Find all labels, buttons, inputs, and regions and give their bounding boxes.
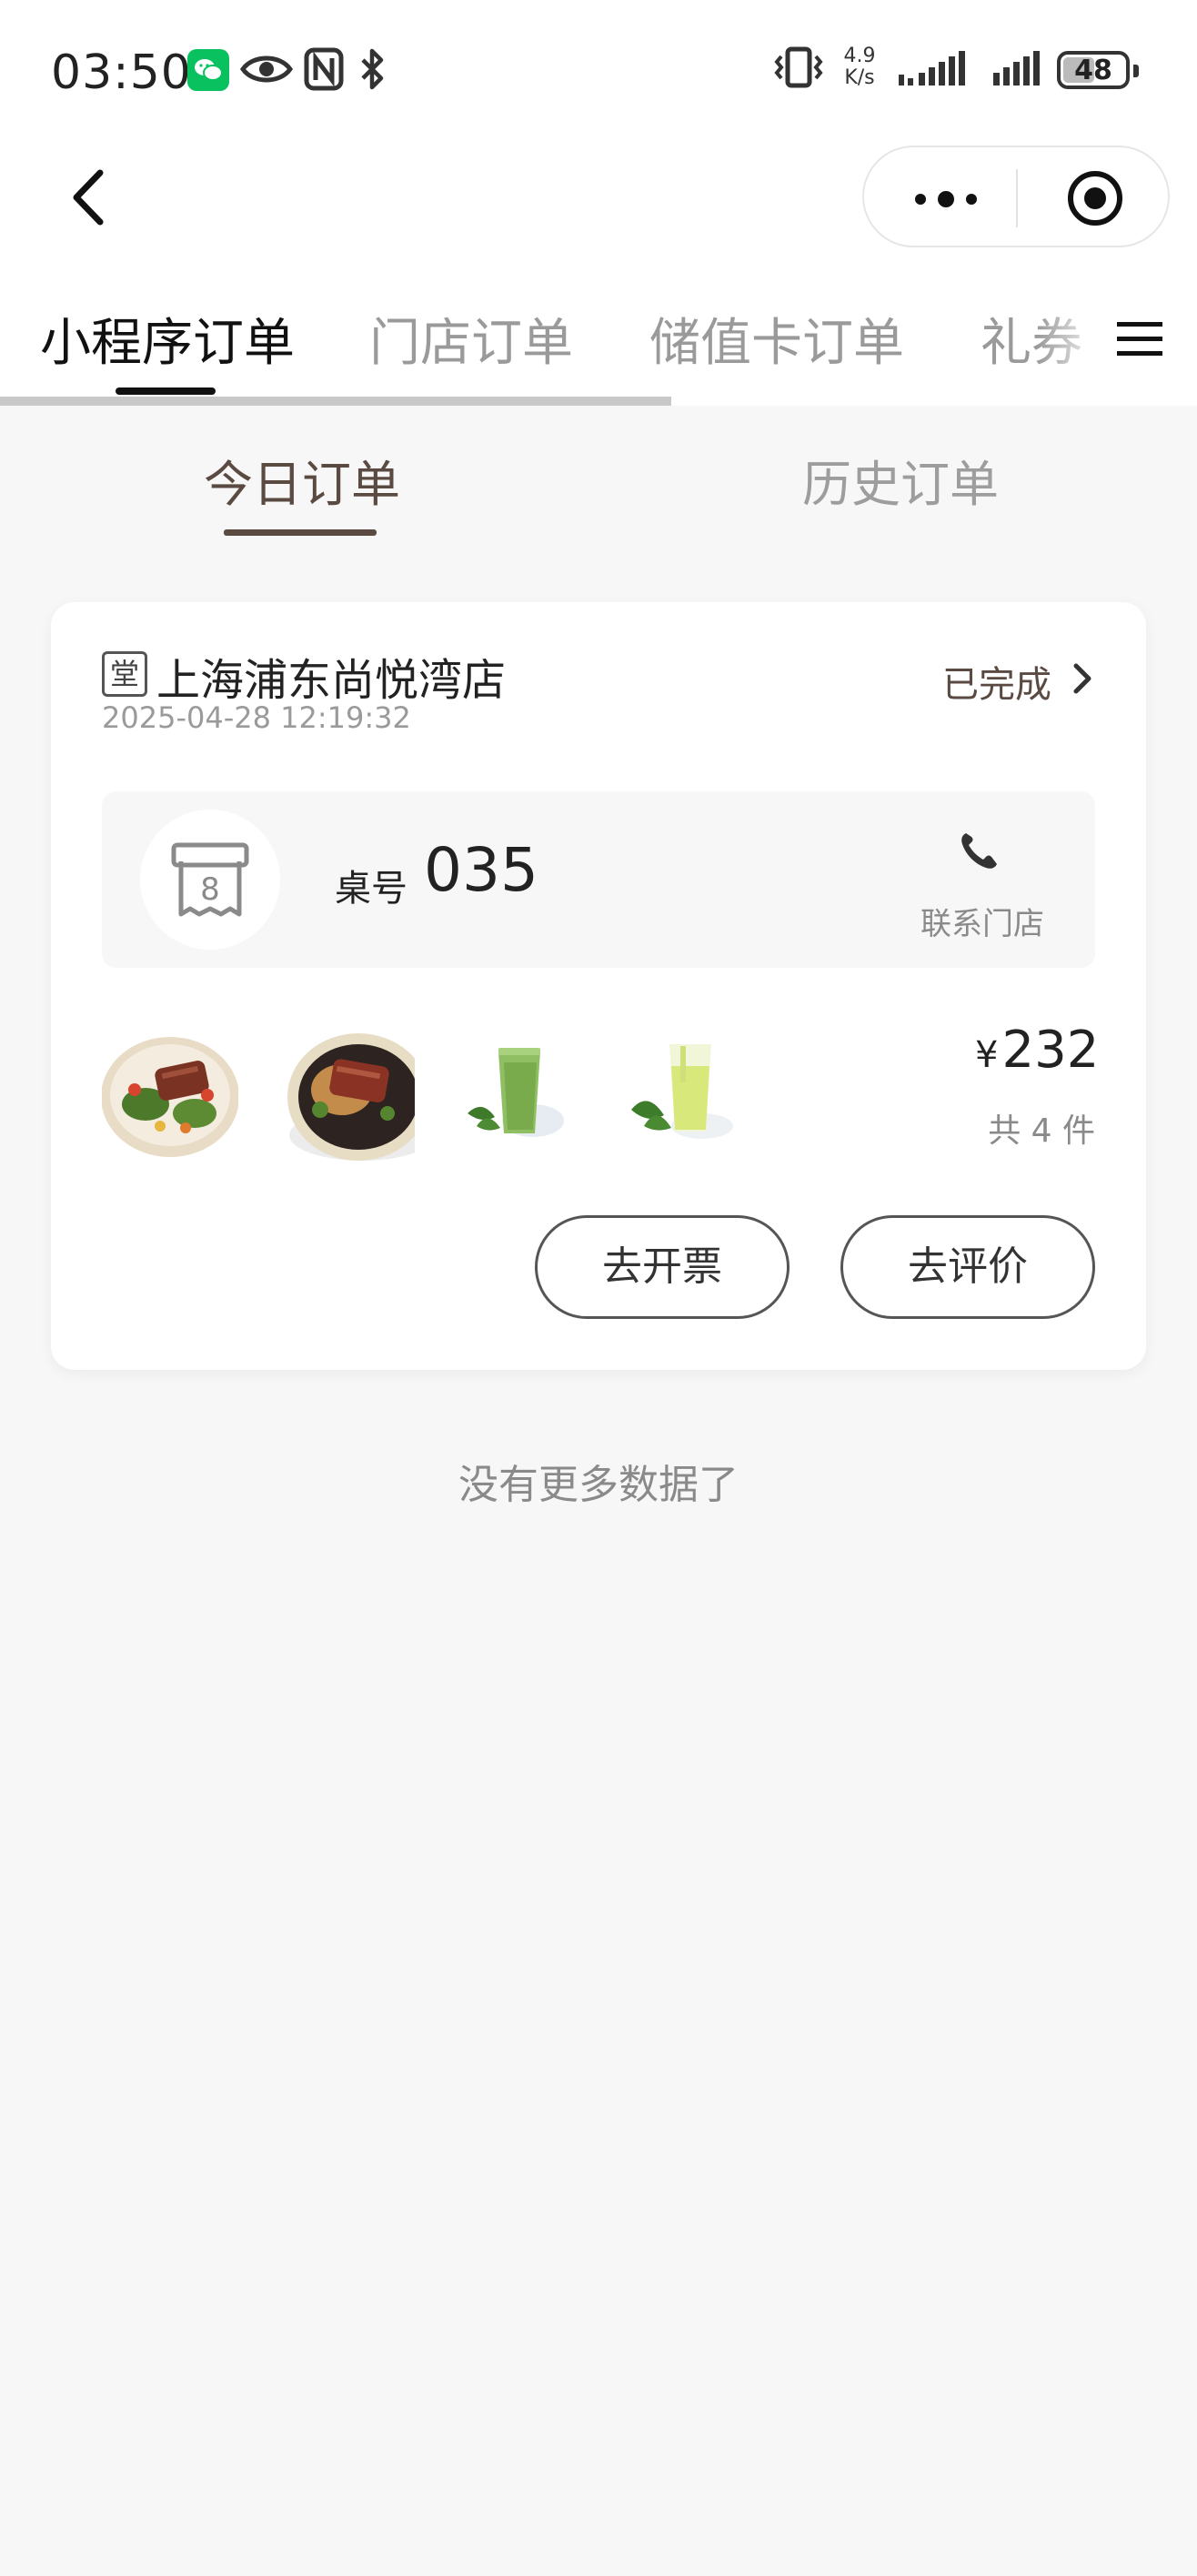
store-name: 上海浦东尚悦湾店 <box>156 655 507 706</box>
target-icon[interactable] <box>1066 169 1124 227</box>
chevron-right-icon[interactable] <box>1070 660 1095 697</box>
product-thumbnail <box>611 1026 748 1162</box>
subtab-history-orders[interactable]: 历史订单 <box>802 444 999 516</box>
order-total: ¥232 <box>975 1021 1099 1080</box>
network-speed: 4.9 K/s <box>839 45 880 89</box>
table-number: 035 <box>424 835 538 905</box>
eye-icon <box>240 55 293 83</box>
tab-indicator <box>116 387 216 395</box>
vibrate-icon <box>774 46 823 88</box>
product-thumbnail <box>446 1026 582 1162</box>
mini-program-capsule <box>862 146 1170 247</box>
order-price: 232 <box>1001 1021 1100 1080</box>
order-status[interactable]: 已完成 <box>942 655 1051 708</box>
table-info: 8 桌号 035 联系门店 <box>102 791 1095 968</box>
tab-scroll-track <box>0 397 671 406</box>
signal-icon <box>993 51 1040 86</box>
battery-icon: 48 <box>1057 51 1139 89</box>
no-more-data-text: 没有更多数据了 <box>458 1462 739 1508</box>
order-datetime: 2025-04-28 12:19:32 <box>102 700 411 735</box>
phone-icon[interactable] <box>957 828 1001 871</box>
product-thumbnail <box>278 1026 415 1162</box>
dine-in-tag: 堂 <box>102 651 147 697</box>
status-time: 03:50 <box>51 45 192 100</box>
network-speed-unit: K/s <box>844 66 875 89</box>
item-count: 共 4 件 <box>988 1112 1095 1150</box>
tab-mini-program-orders[interactable]: 小程序订单 <box>40 302 295 376</box>
table-icon: 8 <box>140 810 280 950</box>
contact-store-button[interactable]: 联系门店 <box>920 899 1044 943</box>
nfc-icon <box>304 47 344 91</box>
back-button[interactable] <box>64 166 118 229</box>
invoice-button[interactable]: 去开票 <box>535 1215 790 1319</box>
review-button[interactable]: 去评价 <box>840 1215 1095 1319</box>
subtab-indicator <box>224 529 377 536</box>
wechat-icon <box>187 49 229 91</box>
header-area: 03:50 4.9 K/s 48 小程序订单 门店订单 储值卡订单 礼券 <box>0 0 1197 406</box>
network-speed-value: 4.9 <box>843 45 876 67</box>
order-card[interactable]: 堂 上海浦东尚悦湾店 2025-04-28 12:19:32 已完成 8 桌号 … <box>51 602 1146 1370</box>
more-dots-icon[interactable] <box>910 184 982 215</box>
battery-level: 48 <box>1074 55 1112 86</box>
product-thumbnail <box>102 1026 238 1162</box>
bluetooth-icon <box>361 48 384 90</box>
order-type-tabs: 小程序订单 门店订单 储值卡订单 礼券 <box>0 291 1197 406</box>
subtab-today-orders[interactable]: 今日订单 <box>204 444 400 516</box>
tab-store-orders[interactable]: 门店订单 <box>369 302 573 376</box>
table-icon-number: 8 <box>200 871 220 908</box>
signal-icon <box>899 51 965 86</box>
currency-symbol: ¥ <box>975 1034 999 1076</box>
tab-stored-value-card-orders[interactable]: 储值卡订单 <box>649 302 904 376</box>
status-bar: 03:50 4.9 K/s 48 <box>0 0 1197 136</box>
menu-icon[interactable] <box>1115 317 1164 360</box>
table-label: 桌号 <box>335 868 407 910</box>
page: 03:50 4.9 K/s 48 小程序订单 门店订单 储值卡订单 礼券 今日订… <box>0 0 1197 2576</box>
